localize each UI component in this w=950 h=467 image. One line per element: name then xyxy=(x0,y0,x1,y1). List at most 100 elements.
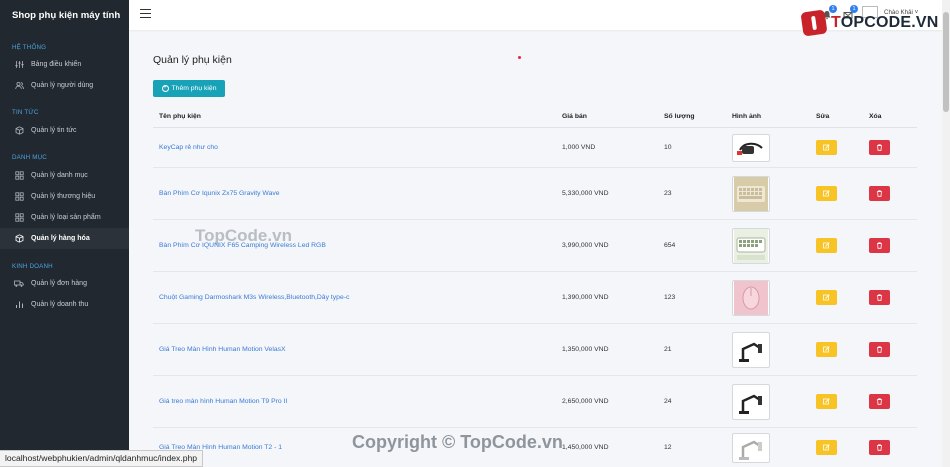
edit-button[interactable] xyxy=(816,290,837,305)
table-row: Chuột Gaming Darmoshark M3s Wireless,Blu… xyxy=(153,272,917,324)
delete-button[interactable] xyxy=(869,238,890,253)
edit-button[interactable] xyxy=(816,394,837,409)
edit-button[interactable] xyxy=(816,186,837,201)
product-name-link[interactable]: Giá Treo Màn Hình Human Motion VelasX xyxy=(159,346,286,353)
edit-button[interactable] xyxy=(816,342,837,357)
edit-icon xyxy=(823,444,830,451)
delete-button[interactable] xyxy=(869,186,890,201)
truck-icon xyxy=(14,279,24,289)
sidebar-item-quản-lý-hàng-hóa[interactable]: Quản lý hàng hóa xyxy=(0,228,129,249)
cell-image xyxy=(726,383,810,420)
table-header: Tên phụ kiện Giá bán Số lượng Hình ảnh S… xyxy=(153,106,917,128)
box-icon xyxy=(14,126,24,136)
grid-icon xyxy=(14,213,24,223)
cell-qty: 24 xyxy=(664,398,672,405)
trash-icon xyxy=(877,242,882,249)
cell-qty: 12 xyxy=(664,444,672,451)
table-row: Giá Treo Màn Hình Human Motion VelasX 1,3… xyxy=(153,324,917,376)
sidebar-item-label: Quản lý người dùng xyxy=(31,82,94,89)
cell-price: 5,330,000 VND xyxy=(562,190,609,197)
cell-qty: 123 xyxy=(664,294,676,301)
cell-name: Chuột Gaming Darmoshark M3s Wireless,Blu… xyxy=(153,294,556,301)
sidebar-section-title: KINH DOANH xyxy=(12,263,53,270)
cell-delete xyxy=(863,140,917,155)
monitor-arm-image xyxy=(732,383,770,420)
sidebar-item-label: Quản lý đơn hàng xyxy=(31,280,87,287)
cell-image xyxy=(726,331,810,368)
col-qty-header: Số lượng xyxy=(664,113,695,120)
sidebar-section-title: HỆ THỐNG xyxy=(12,44,47,51)
cell-delete xyxy=(863,186,917,201)
sidebar-item-quản-lý-danh-mục[interactable]: Quản lý danh mục xyxy=(0,165,129,186)
cell-image xyxy=(726,432,810,463)
keyboard-camping-image xyxy=(732,227,770,264)
sidebar-item-label: Quản lý loại sản phẩm xyxy=(31,214,101,221)
watermark-copyright: Copyright © TopCode.vn xyxy=(352,432,563,452)
delete-button[interactable] xyxy=(869,342,890,357)
trash-icon xyxy=(877,444,882,451)
cell-qty: 654 xyxy=(664,242,676,249)
product-name-link[interactable]: KeyCap rẻ như cho xyxy=(159,144,218,151)
edit-icon xyxy=(823,242,830,249)
edit-button[interactable] xyxy=(816,440,837,455)
cell-image xyxy=(726,227,810,264)
edit-button[interactable] xyxy=(816,140,837,155)
sidebar-item-label: Quản lý hàng hóa xyxy=(31,235,90,242)
cell-qty: 10 xyxy=(664,144,672,151)
sidebar: Shop phụ kiện máy tính HỆ THỐNG Bảng điều… xyxy=(0,0,129,467)
sidebar-item-quản-lý-tin-tức[interactable]: Quản lý tin tức xyxy=(0,120,129,141)
brand-title[interactable]: Shop phụ kiện máy tính xyxy=(0,0,129,30)
monitor-arm-image xyxy=(732,331,770,368)
edit-icon xyxy=(823,398,830,405)
cell-qty: 23 xyxy=(664,190,672,197)
edit-icon xyxy=(823,190,830,197)
accessory-table: Tên phụ kiện Giá bán Số lượng Hình ảnh S… xyxy=(153,106,917,467)
delete-button[interactable] xyxy=(869,394,890,409)
table-row: Bàn Phím Cơ Iqunix Zx75 Gravity Wave 5,33… xyxy=(153,168,917,220)
edit-button[interactable] xyxy=(816,238,837,253)
page-scrollbar[interactable] xyxy=(942,0,950,467)
cell-price: 1,450,000 VND xyxy=(562,444,609,451)
cell-name: Bàn Phím Cơ Iqunix Zx75 Gravity Wave xyxy=(153,190,556,197)
product-name-link[interactable]: Chuột Gaming Darmoshark M3s Wireless,Blu… xyxy=(159,294,349,301)
cell-edit xyxy=(810,440,863,455)
sidebar-item-quản-lý-người-dùng[interactable]: Quản lý người dùng xyxy=(0,75,129,96)
sidebar-item-quản-lý-doanh-thu[interactable]: Quản lý doanh thu xyxy=(0,294,129,315)
sidebar-item-quản-lý-thương-hiệu[interactable]: Quản lý thương hiệu xyxy=(0,186,129,207)
cell-name: KeyCap rẻ như cho xyxy=(153,144,556,151)
indicator-dot xyxy=(518,56,521,59)
col-name-header: Tên phụ kiện xyxy=(159,113,201,120)
plus-circle-icon: + xyxy=(161,85,169,92)
cell-edit xyxy=(810,238,863,253)
product-name-link[interactable]: Giá treo màn hình Human Motion T9 Pro II xyxy=(159,398,287,405)
delete-button[interactable] xyxy=(869,140,890,155)
scrollbar-thumb[interactable] xyxy=(943,12,949,112)
sidebar-item-bảng-điều-khiển[interactable]: Bảng điều khiển xyxy=(0,54,129,75)
sidebar-section-title: TIN TỨC xyxy=(12,109,39,116)
cell-edit xyxy=(810,186,863,201)
cell-edit xyxy=(810,290,863,305)
sidebar-item-label: Quản lý tin tức xyxy=(31,127,77,134)
add-accessory-button[interactable]: + Thêm phụ kiện xyxy=(153,80,225,97)
main-content: Quản lý phụ kiện + Thêm phụ kiện Tên phụ… xyxy=(129,30,950,467)
sidebar-item-quản-lý-loại-sản-phẩm[interactable]: Quản lý loại sản phẩm xyxy=(0,207,129,228)
sliders-icon xyxy=(14,60,24,70)
cell-price: 2,650,000 VND xyxy=(562,398,609,405)
col-price-header: Giá bán xyxy=(562,113,587,120)
cell-image xyxy=(726,279,810,316)
product-name-link[interactable]: Bàn Phím Cơ Iqunix Zx75 Gravity Wave xyxy=(159,190,280,197)
cell-delete xyxy=(863,238,917,253)
trash-icon xyxy=(877,346,882,353)
menu-toggle-icon[interactable] xyxy=(140,9,151,18)
bar-chart-icon xyxy=(14,300,24,310)
sidebar-item-label: Quản lý thương hiệu xyxy=(31,193,96,200)
browser-status-url: localhost/webphukien/admin/qldanhmuc/ind… xyxy=(0,450,204,467)
page-title: Quản lý phụ kiện xyxy=(153,54,232,66)
grid-icon xyxy=(14,192,24,202)
sidebar-item-quản-lý-đơn-hàng[interactable]: Quản lý đơn hàng xyxy=(0,273,129,294)
delete-button[interactable] xyxy=(869,290,890,305)
box-icon xyxy=(14,234,24,244)
cell-edit xyxy=(810,394,863,409)
keycap-cable-image xyxy=(732,133,770,162)
delete-button[interactable] xyxy=(869,440,890,455)
